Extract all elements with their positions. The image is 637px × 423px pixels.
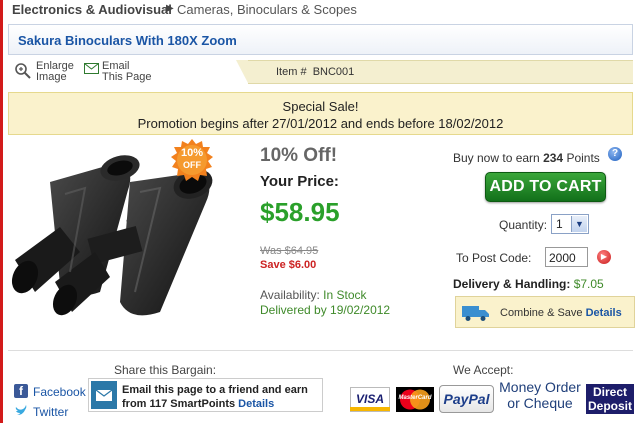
email-label-line2: This Page	[102, 71, 152, 83]
product-title-bar: Sakura Binoculars With 180X Zoom	[8, 24, 633, 55]
breadcrumb: Electronics & Audiovisual ▶ Cameras, Bin…	[0, 0, 637, 423]
availability-value: In Stock	[323, 288, 367, 302]
your-price-label: Your Price:	[260, 173, 339, 190]
product-title: Sakura Binoculars With 180X Zoom	[18, 33, 237, 48]
direct-line2: Deposit	[587, 399, 632, 413]
facebook-link[interactable]: Facebook	[33, 385, 86, 399]
postcode-label: To Post Code:	[456, 251, 532, 265]
earn-prefix: Buy now to earn	[453, 151, 540, 165]
left-accent-bar	[0, 0, 3, 423]
twitter-link[interactable]: Twitter	[33, 405, 68, 419]
was-price: Was $64.95	[260, 245, 319, 257]
email-friend-icon	[91, 381, 117, 409]
combine-details-link[interactable]: Details	[586, 307, 622, 319]
combine-save-box: Combine & Save Details	[455, 296, 635, 328]
save-amount: Save $6.00	[260, 259, 317, 271]
discount-badge-pct: 10%	[180, 147, 204, 159]
discount-heading: 10% Off!	[260, 145, 338, 166]
delivery-handling: Delivery & Handling: $7.05	[453, 277, 604, 291]
availability-label: Availability:	[260, 288, 320, 302]
mastercard-text: MasterCard	[398, 395, 432, 401]
email-this-page-link[interactable]: Email This Page	[102, 61, 152, 83]
price-value: $58.95	[260, 197, 340, 227]
postcode-input[interactable]: 2000	[545, 247, 588, 267]
combine-text: Combine & Save Details	[500, 307, 622, 319]
visa-text: VISA	[355, 392, 384, 406]
visa-stripe	[350, 407, 390, 411]
magnifier-icon[interactable]	[14, 62, 32, 80]
availability: Availability: In Stock	[260, 288, 367, 302]
section-divider	[8, 350, 633, 351]
chevron-down-icon: ▼	[571, 216, 587, 232]
item-number-value: BNC001	[312, 66, 355, 78]
money-order-line1: Money Order	[499, 379, 581, 395]
paypal-logo: PayPal	[439, 385, 494, 413]
item-number: Item # BNC001	[276, 66, 354, 78]
item-number-label: Item #	[276, 66, 307, 78]
promotion-banner: Special Sale! Promotion begins after 27/…	[8, 92, 633, 135]
quantity-value: 1	[556, 217, 563, 231]
email-friend-line2: from 117 SmartPoints Details	[122, 397, 308, 411]
play-icon[interactable]: ▶	[597, 250, 611, 264]
delivery-value: $7.05	[573, 277, 604, 291]
enlarge-image-link[interactable]: Enlarge Image	[36, 61, 74, 83]
earn-points-value: 234	[543, 151, 564, 165]
promotion-title: Special Sale!	[282, 99, 359, 114]
email-friend-points: from 117 SmartPoints	[122, 398, 236, 410]
twitter-icon[interactable]	[14, 403, 28, 417]
email-friend-box[interactable]: Email this page to a friend and earn fro…	[88, 378, 323, 412]
delivered-by: Delivered by 19/02/2012	[260, 303, 391, 317]
add-to-cart-button[interactable]: ADD TO CART	[485, 172, 606, 202]
breadcrumb-separator-icon: ▶	[166, 3, 174, 14]
discount-badge-off: OFF	[183, 160, 201, 170]
direct-line1: Direct	[592, 385, 627, 399]
quantity-select[interactable]: 1 ▼	[551, 214, 589, 234]
earn-suffix: Points	[566, 151, 600, 165]
share-heading: Share this Bargain:	[114, 363, 217, 377]
item-number-strip: Item # BNC001	[236, 60, 633, 84]
breadcrumb-subcategory[interactable]: Cameras, Binoculars & Scopes	[177, 2, 357, 17]
quantity-label: Quantity:	[499, 218, 548, 232]
direct-deposit-logo: Direct Deposit	[586, 384, 634, 414]
delivery-label: Delivery & Handling:	[453, 277, 571, 291]
facebook-icon[interactable]: f	[14, 384, 28, 398]
earn-points-text: Buy now to earn 234 Points	[453, 151, 600, 165]
email-friend-line1: Email this page to a friend and earn	[122, 384, 308, 396]
postcode-value: 2000	[549, 251, 576, 265]
email-friend-details-link[interactable]: Details	[238, 398, 274, 410]
paypal-text: PayPal	[443, 391, 490, 407]
envelope-icon[interactable]	[84, 63, 99, 74]
we-accept-heading: We Accept:	[453, 363, 514, 377]
money-order-logo: Money Order or Cheque	[498, 379, 582, 413]
breadcrumb-category[interactable]: Electronics & Audiovisual	[12, 2, 172, 17]
promotion-dates: Promotion begins after 27/01/2012 and en…	[137, 116, 504, 131]
email-friend-text: Email this page to a friend and earn fro…	[122, 383, 308, 411]
help-icon[interactable]: ?	[608, 147, 622, 161]
mastercard-logo: MasterCard	[396, 387, 434, 412]
money-order-line2: or Cheque	[507, 395, 573, 411]
truck-icon	[462, 304, 490, 322]
discount-badge: 10% OFF	[170, 138, 214, 182]
enlarge-label-line2: Image	[36, 71, 67, 83]
combine-label: Combine & Save	[500, 307, 583, 319]
